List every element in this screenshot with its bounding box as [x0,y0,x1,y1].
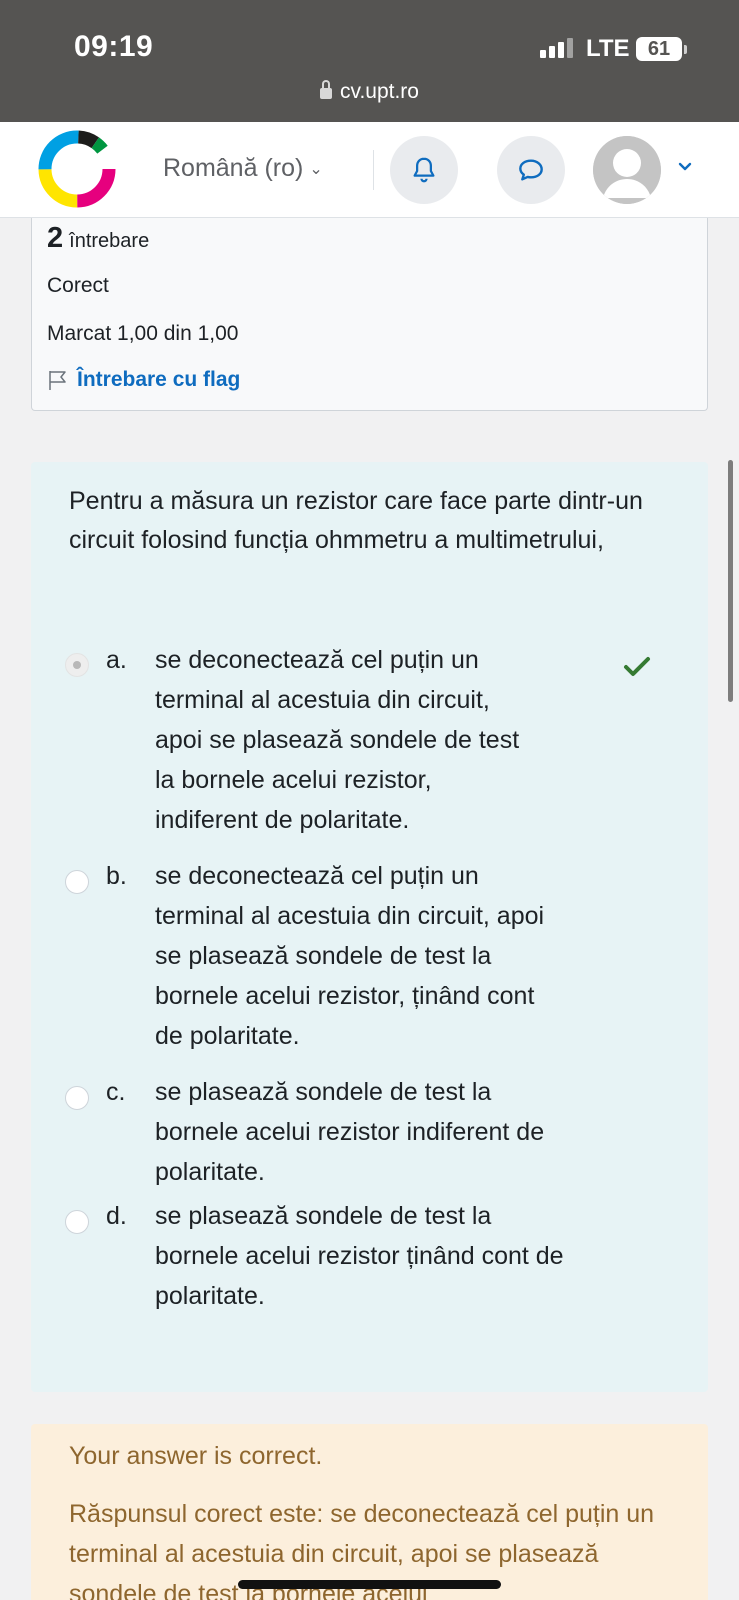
feedback-result: Your answer is correct. [69,1442,323,1470]
status-time: 09:19 [74,30,154,63]
address-bar[interactable]: cv.upt.ro [0,80,739,104]
answer-line: se plasează sondele de test la [155,942,492,970]
status-bar: 09:19 LTE 61 cv.upt.ro [0,0,739,122]
answer-text: se deconectează cel puțin un terminal al… [155,640,519,840]
question-content: Pentru a măsura un rezistor care face pa… [31,462,708,1392]
scrollbar[interactable] [728,460,733,702]
flag-label: Întrebare cu flag [77,368,241,391]
battery-icon: 61 [636,37,682,61]
navbar-divider [373,150,374,190]
question-number-label: întrebare [69,230,150,252]
answer-letter: b. [106,862,127,890]
question-text: Pentru a măsura un rezistor care face pa… [69,487,643,554]
signal-icon [540,38,573,58]
language-label: Română (ro) [163,154,304,182]
answer-line: apoi se plasează sondele de test [155,726,520,754]
answer-line: bornele acelui rezistor indiferent de [155,1118,545,1146]
avatar[interactable] [593,136,661,204]
notifications-button[interactable] [390,136,458,204]
answer-letter: c. [106,1078,126,1106]
answer-line: se deconectează cel puțin un [155,862,479,890]
flag-icon [49,371,66,390]
message-icon [519,159,543,181]
answer-radio-d[interactable] [65,1210,89,1234]
language-menu[interactable]: Română (ro) ⌄ [163,154,323,183]
answer-line: polaritate. [155,1158,265,1186]
site-navbar: Română (ro) ⌄ [0,122,739,218]
answer-text: se deconectează cel puțin un terminal al… [155,856,544,1056]
answer-text: se plasează sondele de test la bornele a… [155,1072,544,1192]
answer-line: terminal al acestuia din circuit, apoi [155,902,545,930]
answer-line: se plasează sondele de test la [155,1202,492,1230]
answer-letter: a. [106,646,127,674]
answer-line: se deconectează cel puțin un [155,646,479,674]
home-indicator[interactable] [238,1580,501,1589]
question-info: 2 întrebare Corect Marcat 1,00 din 1,00 Î… [31,218,708,411]
bell-icon [413,157,435,183]
correct-check-icon [624,657,650,676]
answer-text: se plasează sondele de test la bornele a… [155,1196,564,1316]
site-logo[interactable] [36,128,118,210]
question-number: 2 întrebare [47,222,149,255]
battery-tip [684,45,687,54]
answer-radio-c[interactable] [65,1086,89,1110]
url-text: cv.upt.ro [340,80,419,103]
user-icon [593,136,661,204]
question-grade: Marcat 1,00 din 1,00 [47,322,239,345]
answer-line: bornele acelui rezistor, ținând cont [155,982,535,1010]
question-state: Corect [47,274,109,297]
answer-line: la bornele acelui rezistor, [155,766,432,794]
answer-line: indiferent de polaritate. [155,806,410,834]
answer-line: se plasează sondele de test la [155,1078,492,1106]
messages-button[interactable] [497,136,565,204]
answer-line: bornele acelui rezistor ținând cont de [155,1242,564,1270]
answer-line: polaritate. [155,1282,265,1310]
question-feedback: Your answer is correct. Răspunsul corect… [31,1424,708,1600]
answer-radio-b[interactable] [65,870,89,894]
answer-line: terminal al acestuia din circuit, [155,686,490,714]
chevron-down-icon: ⌄ [309,161,323,178]
answer-radio-a[interactable] [65,653,89,677]
lock-icon [320,80,332,99]
question-number-value: 2 [47,222,64,254]
answer-line: de polaritate. [155,1022,300,1050]
flag-question-link[interactable]: Întrebare cu flag [47,368,240,392]
chevron-down-icon[interactable] [676,158,694,176]
network-type: LTE [586,35,630,62]
answer-letter: d. [106,1202,127,1230]
